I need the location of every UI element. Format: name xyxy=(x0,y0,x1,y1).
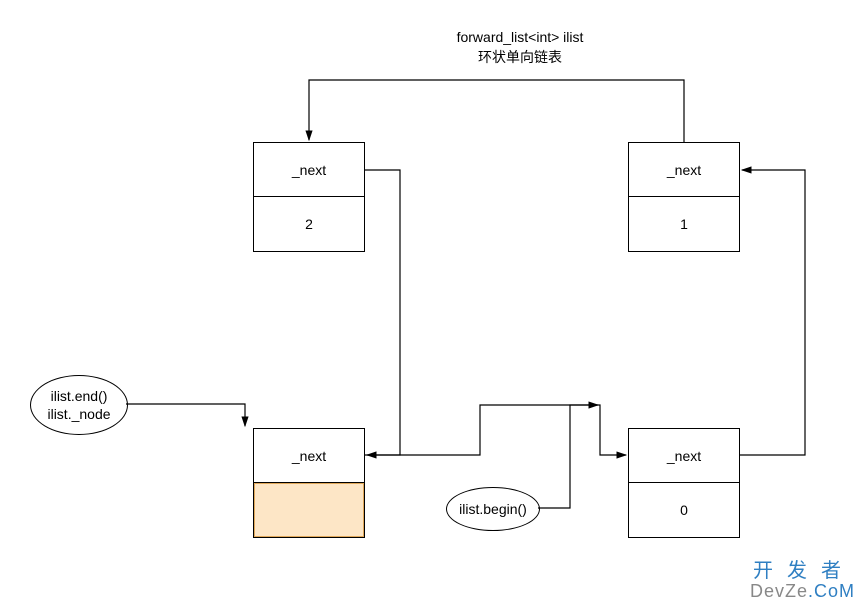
oval-begin: ilist.begin() xyxy=(446,487,540,531)
watermark-en: DevZe.CoM xyxy=(750,582,855,602)
edge-head-to-n0 xyxy=(365,405,626,455)
edge-ovalend-to-head xyxy=(126,404,245,426)
node-head: _next xyxy=(253,428,365,538)
node-1: _next 1 xyxy=(628,142,740,252)
title-line2: 环状单向链表 xyxy=(420,48,620,68)
node-1-value: 1 xyxy=(629,197,739,251)
watermark-cn: 开发者 xyxy=(750,560,855,582)
node-1-next: _next xyxy=(629,143,739,197)
title-line1: forward_list<int> ilist xyxy=(420,28,620,48)
node-head-next: _next xyxy=(254,429,364,483)
empty-cell-highlight xyxy=(254,483,364,537)
diagram-canvas: forward_list<int> ilist 环状单向链表 _next 2 _… xyxy=(0,0,865,608)
node-2: _next 2 xyxy=(253,142,365,252)
oval-begin-label: ilist.begin() xyxy=(459,500,527,518)
oval-end-line2: ilist._node xyxy=(47,405,110,423)
oval-end-line1: ilist.end() xyxy=(51,387,108,405)
oval-end: ilist.end() ilist._node xyxy=(30,375,128,435)
node-0: _next 0 xyxy=(628,428,740,538)
node-0-value: 0 xyxy=(629,483,739,537)
node-head-empty xyxy=(254,483,364,537)
edge-n0-to-n1 xyxy=(740,170,805,455)
node-2-value: 2 xyxy=(254,197,364,251)
edge-n2-to-head xyxy=(365,170,400,455)
watermark: 开发者 DevZe.CoM xyxy=(750,560,855,602)
edge-ovalbegin-to-n0 xyxy=(538,405,598,508)
node-0-next: _next xyxy=(629,429,739,483)
diagram-title: forward_list<int> ilist 环状单向链表 xyxy=(420,28,620,67)
edge-n1-to-n2 xyxy=(309,80,684,142)
node-2-next: _next xyxy=(254,143,364,197)
